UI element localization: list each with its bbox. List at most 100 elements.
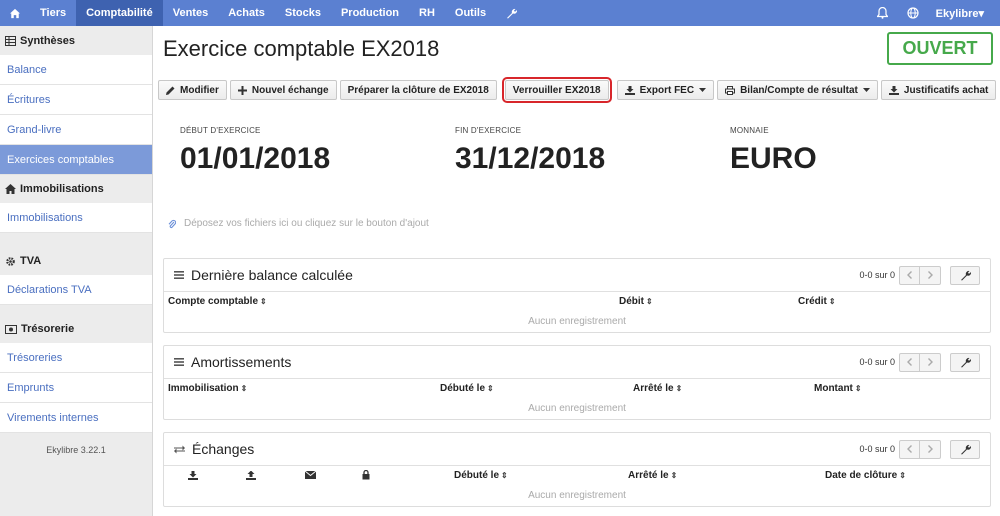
download-icon[interactable] [188, 471, 198, 483]
sidebar-item-grand-livre[interactable]: Grand-livre [0, 115, 152, 145]
app-version: Ekylibre 3.22.1 [46, 445, 106, 455]
download-icon [624, 85, 635, 95]
sidebar-item-tresoreries[interactable]: Trésoreries [0, 343, 152, 373]
column-header-arrete[interactable]: Arrêté le ⇕ [628, 470, 677, 481]
home-icon [5, 184, 16, 194]
column-header-immobilisation[interactable]: Immobilisation ⇕ [168, 383, 247, 394]
panel-header: Échanges 0-0 sur 0 [164, 433, 990, 466]
sidebar-item-exercices-comptables[interactable]: Exercices comptables [0, 145, 152, 175]
button-label: Bilan/Compte de résultat [740, 84, 858, 96]
lock-icon[interactable] [362, 469, 370, 483]
settings-button[interactable] [950, 265, 980, 285]
chevron-left-icon [907, 358, 912, 366]
column-header-credit[interactable]: Crédit ⇕ [798, 296, 836, 307]
sidebar-item-declarations-tva[interactable]: Déclarations TVA [0, 275, 152, 305]
nav-ventes[interactable]: Ventes [163, 0, 218, 26]
wrench-icon [960, 357, 971, 367]
column-header-debute[interactable]: Débuté le ⇕ [454, 470, 508, 481]
wrench-icon[interactable] [496, 0, 527, 26]
start-date-block: DÉBUT D'EXERCICE 01/01/2018 [180, 126, 330, 176]
column-header-debute[interactable]: Débuté le ⇕ [440, 383, 494, 394]
pager-count: 0-0 sur 0 [859, 444, 895, 454]
sidebar-section-title: Trésorerie [21, 323, 75, 335]
nav-outils[interactable]: Outils [445, 0, 496, 26]
column-header-date-cloture[interactable]: Date de clôture ⇕ [825, 470, 906, 481]
pager: 0-0 sur 0 [859, 352, 990, 372]
nav-achats[interactable]: Achats [218, 0, 275, 26]
file-dropzone[interactable]: Déposez vos fichiers ici ou cliquez sur … [168, 218, 429, 229]
sidebar-section-immobilisations: Immobilisations [0, 175, 152, 203]
envelope-icon[interactable] [304, 470, 317, 482]
top-nav: Tiers Comptabilité Ventes Achats Stocks … [0, 0, 1000, 26]
next-page-button[interactable] [920, 439, 941, 459]
plus-icon [237, 85, 247, 95]
start-date-value: 01/01/2018 [180, 142, 331, 175]
sidebar-item-immobilisations[interactable]: Immobilisations [0, 203, 152, 233]
panel-header: Amortissements 0-0 sur 0 [164, 346, 990, 379]
sidebar-item-virements-internes[interactable]: Virements internes [0, 403, 152, 433]
sidebar-section-title: Immobilisations [20, 183, 104, 195]
balance-sheet-button[interactable]: Bilan/Compte de résultat [717, 80, 878, 100]
upload-icon[interactable] [246, 470, 256, 483]
wrench-icon [960, 444, 971, 454]
button-label: Export FEC [639, 84, 695, 96]
chevron-right-icon [927, 358, 933, 366]
panel-header: Dernière balance calculée 0-0 sur 0 [164, 259, 990, 292]
money-icon [5, 324, 17, 334]
list-icon [174, 358, 184, 366]
edit-button[interactable]: Modifier [158, 80, 227, 100]
column-header-montant[interactable]: Montant ⇕ [814, 383, 862, 394]
download-icon [888, 85, 899, 95]
sidebar-section-title: TVA [20, 255, 42, 267]
exchanges-panel: Échanges 0-0 sur 0 Débuté le ⇕ Arrêté le ⇕… [163, 432, 991, 507]
purchase-receipts-button[interactable]: Justificatifs achat [880, 80, 997, 100]
table-icon [5, 36, 16, 46]
next-page-button[interactable] [920, 352, 941, 372]
nav-rh[interactable]: RH [409, 0, 445, 26]
home-icon[interactable] [0, 0, 30, 26]
export-fec-button[interactable]: Export FEC [616, 80, 715, 100]
paperclip-icon [168, 219, 176, 228]
chevron-right-icon [927, 445, 933, 453]
user-menu[interactable]: Ekylibre▾ [928, 7, 1000, 20]
end-date-label: FIN D'EXERCICE [455, 126, 522, 135]
status-badge: OUVERT [887, 32, 993, 65]
nav-comptabilite[interactable]: Comptabilité [76, 0, 163, 26]
column-header-compte[interactable]: Compte comptable ⇕ [168, 296, 267, 307]
globe-icon[interactable] [898, 0, 928, 26]
settings-button[interactable] [950, 439, 980, 459]
prev-page-button[interactable] [899, 439, 920, 459]
sidebar-section-title: Synthèses [20, 35, 76, 47]
end-date-block: FIN D'EXERCICE 31/12/2018 [455, 126, 605, 176]
column-header-arrete[interactable]: Arrêté le ⇕ [633, 383, 682, 394]
prev-page-button[interactable] [899, 352, 920, 372]
dropzone-text: Déposez vos fichiers ici ou cliquez sur … [184, 218, 429, 229]
main-content: Exercice comptable EX2018 OUVERT Modifie… [153, 26, 1000, 516]
sidebar-section-tva: TVA [0, 247, 152, 275]
sidebar-item-ecritures[interactable]: Écritures [0, 85, 152, 115]
nav-tiers[interactable]: Tiers [30, 0, 76, 26]
lock-exercise-button[interactable]: Verrouiller EX2018 [501, 77, 612, 103]
new-exchange-button[interactable]: Nouvel échange [229, 80, 337, 100]
wrench-icon [960, 270, 971, 280]
sidebar-item-balance[interactable]: Balance [0, 55, 152, 85]
prev-page-button[interactable] [899, 265, 920, 285]
chevron-right-icon [927, 271, 933, 279]
pager: 0-0 sur 0 [859, 439, 990, 459]
column-header-debit[interactable]: Débit ⇕ [619, 296, 653, 307]
pager-count: 0-0 sur 0 [859, 270, 895, 280]
empty-message: Aucun enregistrement [528, 403, 626, 414]
nav-production[interactable]: Production [331, 0, 409, 26]
currency-block: MONNAIE EURO [730, 126, 817, 176]
nav-stocks[interactable]: Stocks [275, 0, 331, 26]
next-page-button[interactable] [920, 265, 941, 285]
bell-icon[interactable] [868, 0, 898, 26]
settings-button[interactable] [950, 352, 980, 372]
currency-label: MONNAIE [730, 126, 769, 135]
table-header: Immobilisation ⇕ Débuté le ⇕ Arrêté le ⇕ Mo… [164, 379, 990, 399]
panel-title: Échanges [192, 441, 255, 457]
prepare-closure-button[interactable]: Préparer la clôture de EX2018 [339, 80, 497, 100]
toolbar: Modifier Nouvel échange Préparer la clôt… [158, 77, 999, 103]
sidebar-item-emprunts[interactable]: Emprunts [0, 373, 152, 403]
panel-title: Dernière balance calculée [191, 267, 353, 283]
